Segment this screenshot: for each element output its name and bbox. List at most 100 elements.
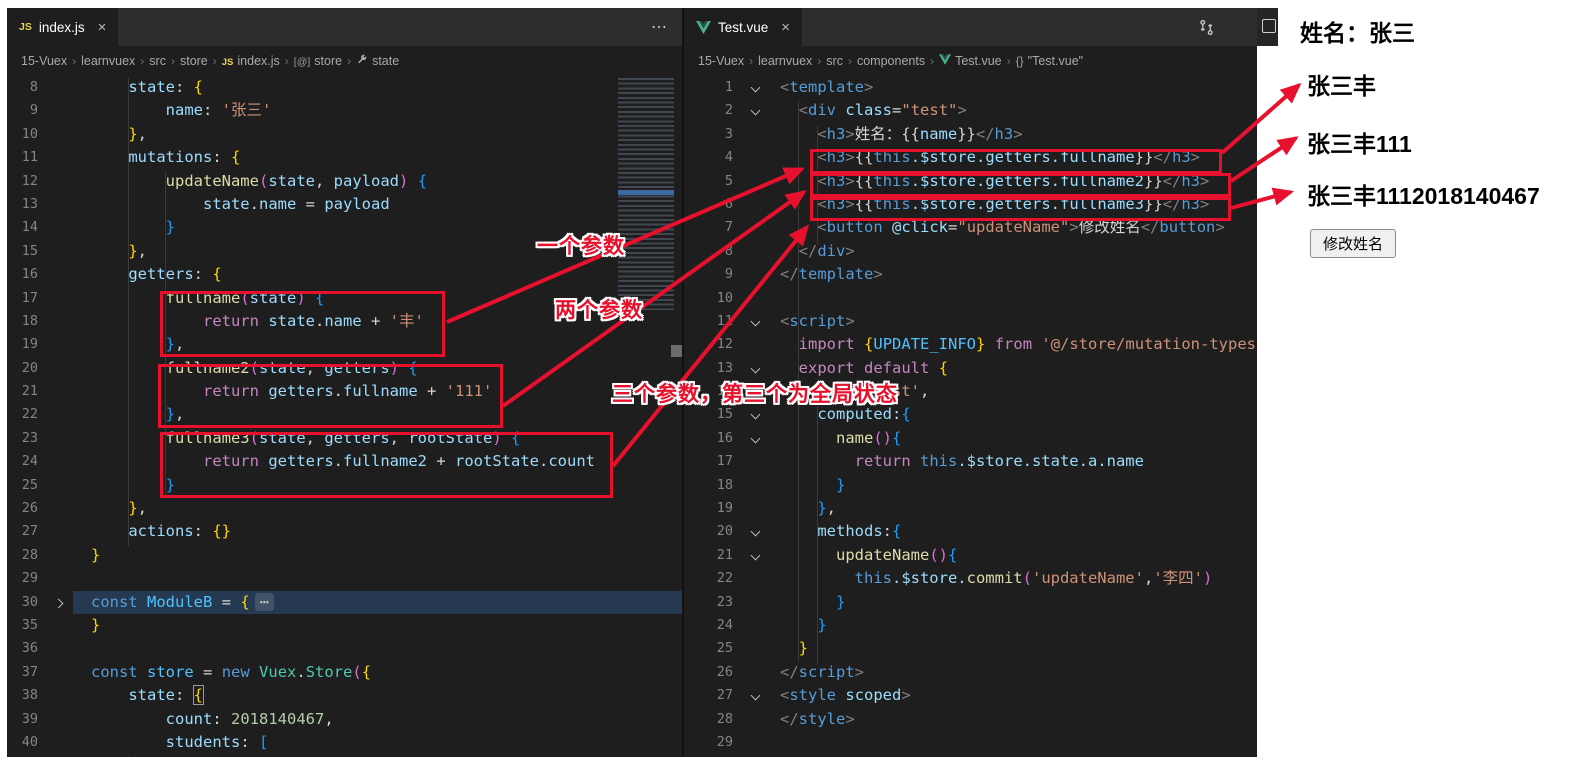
code-line[interactable]: 29 <box>7 567 682 590</box>
code-line[interactable]: 5 <h3>{{this.$store.getters.fullname2}}<… <box>684 170 1257 193</box>
code-line[interactable]: 1 <template> <box>684 76 1257 99</box>
code-line[interactable]: 36 <box>7 637 682 660</box>
more-actions-icon[interactable]: ⋯ <box>651 17 668 37</box>
breadcrumb-item[interactable]: 15-Vuex <box>21 54 67 68</box>
code-line[interactable]: 19 }, <box>684 497 1257 520</box>
code-line[interactable]: 30 const ModuleB = {⋯ <box>7 590 682 614</box>
fold-toggle-icon[interactable] <box>744 403 770 426</box>
breadcrumb-item[interactable]: src <box>149 54 166 68</box>
close-tab-icon[interactable]: × <box>98 19 107 36</box>
code-line[interactable]: 18 return state.name + '丰' <box>7 310 682 333</box>
code-line[interactable]: 7 <button @click="updateName">修改姓名</butt… <box>684 216 1257 239</box>
update-name-button[interactable]: 修改姓名 <box>1310 229 1397 258</box>
fold-toggle-icon[interactable] <box>744 427 770 450</box>
code-line[interactable]: 14 name:'Test', <box>684 380 1257 403</box>
fold-toggle-icon[interactable] <box>47 591 73 614</box>
code-line[interactable]: 23 } <box>684 591 1257 614</box>
fold-toggle-icon[interactable] <box>744 520 770 543</box>
code-line[interactable]: 9 name: '张三' <box>7 99 682 122</box>
code-tokens: import {UPDATE_INFO} from '@/store/mutat… <box>780 335 1257 353</box>
code-line[interactable]: 18 } <box>684 474 1257 497</box>
code-line[interactable]: 35} <box>7 614 682 637</box>
code-line[interactable]: 16 name(){ <box>684 427 1257 450</box>
code-line[interactable]: 12 import {UPDATE_INFO} from '@/store/mu… <box>684 333 1257 356</box>
token: { <box>511 428 521 447</box>
code-line[interactable]: 9 </template> <box>684 263 1257 286</box>
compare-changes-icon[interactable] <box>1198 19 1215 36</box>
tab-test-vue[interactable]: Test.vue × <box>684 8 803 46</box>
code-line[interactable]: 26 </script> <box>684 661 1257 684</box>
breadcrumb-item[interactable]: [@] store <box>294 54 342 68</box>
breadcrumb-item[interactable]: learnvuex <box>758 54 812 68</box>
code-line[interactable]: 21 return getters.fullname + '111' <box>7 380 682 403</box>
code-line[interactable]: 27 <style scoped> <box>684 684 1257 707</box>
code-line[interactable]: 14 } <box>7 216 682 239</box>
code-line[interactable]: 17 fullname(state) { <box>7 287 682 310</box>
scrollbar-slider[interactable] <box>671 345 682 357</box>
breadcrumb-item[interactable]: {} "Test.vue" <box>1016 54 1083 68</box>
breadcrumb-item[interactable]: src <box>826 54 843 68</box>
code-line[interactable]: 38 state: { <box>7 684 682 707</box>
code-line[interactable]: 24 } <box>684 614 1257 637</box>
code-line[interactable]: 23 fullname3(state, getters, rootState) … <box>7 427 682 450</box>
code-line[interactable]: 2 <div class="test"> <box>684 99 1257 122</box>
code-editor-index-js[interactable]: 8 state: {9 name: '张三' 10 }, 11 mutations:… <box>7 76 682 757</box>
code-line[interactable]: 20 methods:{ <box>684 520 1257 543</box>
code-line[interactable]: 13 state.name = payload <box>7 193 682 216</box>
code-line[interactable]: 11 mutations: { <box>7 146 682 169</box>
fold-toggle-icon[interactable] <box>744 310 770 333</box>
close-tab-icon[interactable]: × <box>781 19 790 36</box>
code-line[interactable]: 16 getters: { <box>7 263 682 286</box>
fold-gutter <box>744 333 770 356</box>
code-line[interactable]: 25 } <box>7 474 682 497</box>
code-line[interactable]: 40 students: [ <box>7 731 682 754</box>
breadcrumb-item[interactable]: JS index.js <box>222 54 280 68</box>
tab-index-js[interactable]: JS index.js × <box>7 8 119 46</box>
code-line[interactable]: 11 <script> <box>684 310 1257 333</box>
code-line[interactable]: 8 </div> <box>684 240 1257 263</box>
code-line[interactable]: 21 updateName(){ <box>684 544 1257 567</box>
code-line[interactable]: 6 <h3>{{this.$store.getters.fullname3}}<… <box>684 193 1257 216</box>
code-line[interactable]: 17 return this.$store.state.a.name <box>684 450 1257 473</box>
javascript-file-icon: JS <box>221 57 234 68</box>
code-line[interactable]: 10 }, <box>7 123 682 146</box>
token: .$store.getters.fullname <box>910 148 1135 167</box>
code-line[interactable]: 15 computed:{ <box>684 403 1257 426</box>
breadcrumb-item[interactable]: state <box>356 54 399 69</box>
fold-toggle-icon[interactable] <box>744 357 770 380</box>
fold-toggle-icon[interactable] <box>744 76 770 99</box>
code-editor-test-vue[interactable]: 1 <template> 2 <div class="test"> 3 <h3>姓名：… <box>684 76 1257 757</box>
code-line[interactable]: 29 <box>684 731 1257 754</box>
code-line[interactable]: 4 <h3>{{this.$store.getters.fullname}}</… <box>684 146 1257 169</box>
code-line[interactable]: 28} <box>7 544 682 567</box>
code-line[interactable]: 22 }, <box>7 403 682 426</box>
code-line[interactable]: 19 }, <box>7 333 682 356</box>
token: template <box>798 265 874 284</box>
code-line[interactable]: 22 this.$store.commit('updateName','李四') <box>684 567 1257 590</box>
breadcrumb-item[interactable]: components <box>857 54 925 68</box>
code-line[interactable]: 15 }, <box>7 240 682 263</box>
code-line[interactable]: 27 actions: {} <box>7 520 682 543</box>
code-line[interactable]: 37 const store = new Vuex.Store({ <box>7 661 682 684</box>
code-line[interactable]: 8 state: { <box>7 76 682 99</box>
code-line[interactable]: 10 <box>684 287 1257 310</box>
preview-heading: 姓名：张三 <box>1300 20 1415 46</box>
code-line[interactable]: 26 }, <box>7 497 682 520</box>
code-line[interactable]: 20 fullname2(state, getters) { <box>7 357 682 380</box>
code-line[interactable]: 39 count: 2018140467, <box>7 708 682 731</box>
code-line[interactable]: 24 return getters.fullname2 + rootState.… <box>7 450 682 473</box>
code-line[interactable]: 28 </style> <box>684 708 1257 731</box>
fold-toggle-icon[interactable] <box>744 99 770 122</box>
breadcrumb-item[interactable]: store <box>180 54 208 68</box>
fold-toggle-icon[interactable] <box>744 684 770 707</box>
fold-toggle-icon[interactable] <box>744 544 770 567</box>
breadcrumb-item[interactable]: learnvuex <box>81 54 135 68</box>
split-editor-icon[interactable] <box>1262 19 1276 33</box>
code-line[interactable]: 13 export default { <box>684 357 1257 380</box>
tabbar-overflow-strip <box>1257 8 1278 46</box>
breadcrumb-item[interactable]: Test.vue <box>939 54 1002 68</box>
breadcrumb-item[interactable]: 15-Vuex <box>698 54 744 68</box>
code-line[interactable]: 12 updateName(state, payload) { <box>7 170 682 193</box>
code-line[interactable]: 25 } <box>684 637 1257 660</box>
code-line[interactable]: 3 <h3>姓名：{{name}}</h3> <box>684 123 1257 146</box>
